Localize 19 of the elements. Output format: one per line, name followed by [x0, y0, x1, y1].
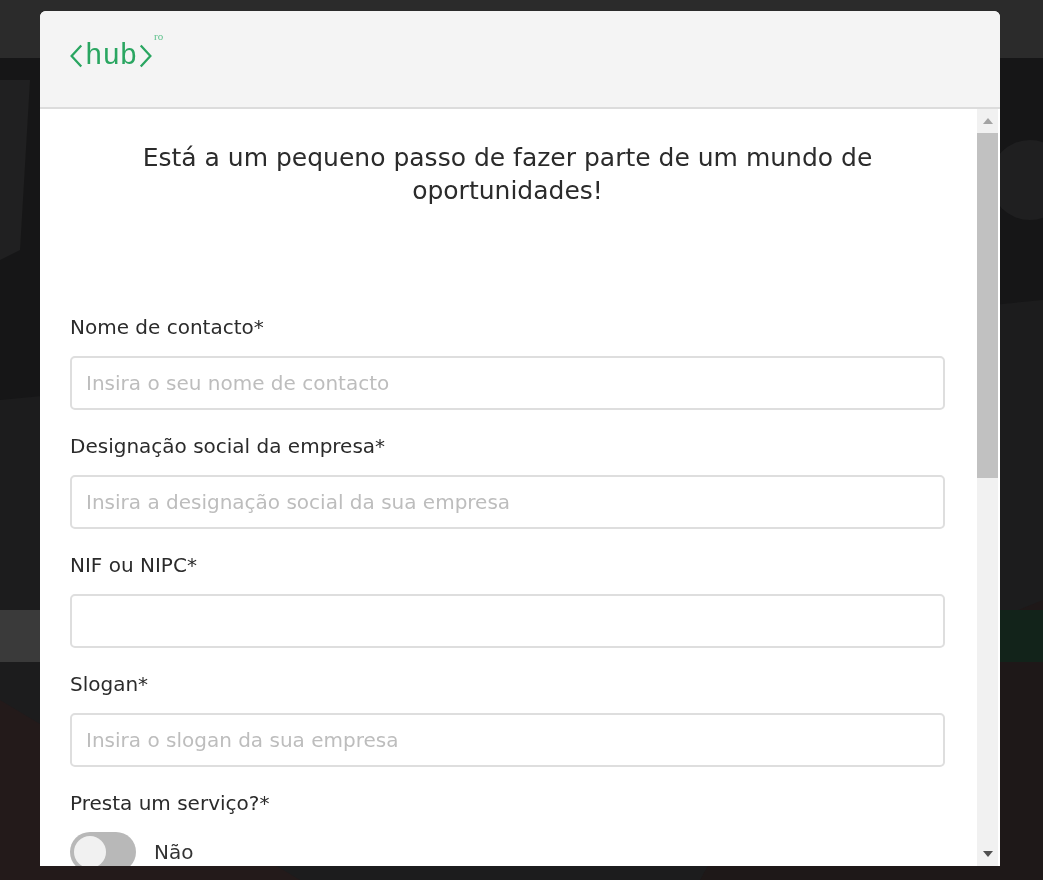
logo-superscript: ro — [154, 29, 164, 42]
field-label: Nome de contacto* — [70, 314, 265, 341]
input-field[interactable]: Insira o seu nome de contacto — [70, 356, 945, 410]
toggle-label: Não — [154, 840, 194, 864]
logo-text: hub — [85, 39, 138, 73]
angle-bracket-icon — [69, 43, 83, 69]
input-field[interactable] — [70, 594, 945, 648]
field-label: NIF ou NIPC* — [70, 552, 198, 579]
modal-heading: Está a um pequeno passo de fazer parte de um mundo de oportunidades! — [141, 142, 874, 207]
toggle-switch[interactable] — [70, 832, 136, 866]
scroll-up-icon[interactable] — [982, 118, 993, 124]
field-label: Slogan* — [70, 671, 150, 698]
angle-bracket-icon — [139, 43, 154, 69]
field-label: Presta um serviço?* — [70, 790, 271, 817]
input-field[interactable]: Insira o slogan da sua empresa — [70, 713, 945, 767]
field-label: Designação social da empresa* — [70, 433, 387, 460]
scrollbar[interactable] — [977, 109, 998, 866]
scroll-down-icon[interactable] — [982, 851, 993, 857]
input-field[interactable]: Insira a designação social da sua empresa — [70, 475, 945, 529]
